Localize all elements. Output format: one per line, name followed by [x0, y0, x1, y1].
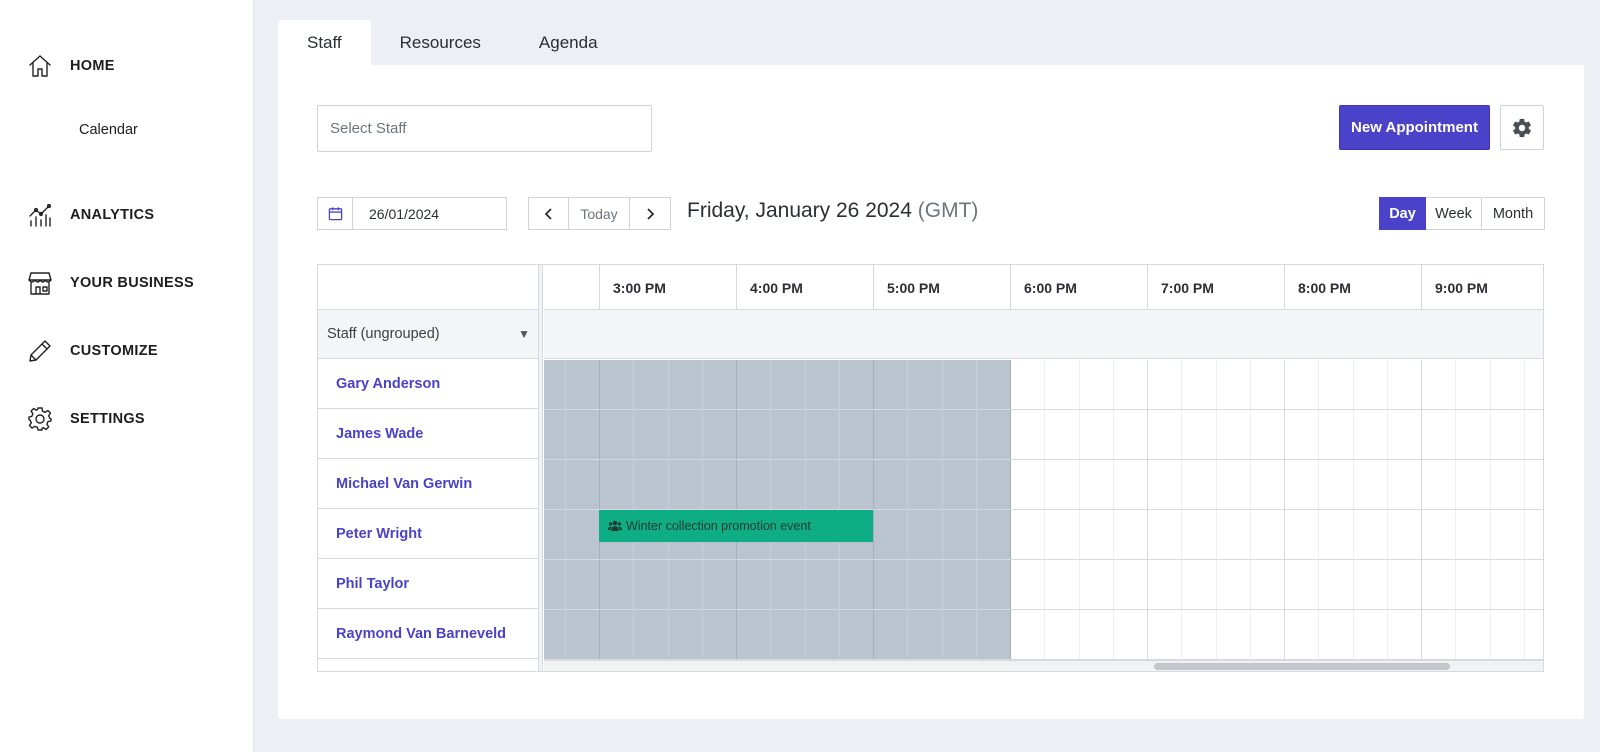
timeline: 3:00 PM 4:00 PM 5:00 PM 6:00 PM 7:00 PM …	[544, 265, 1543, 671]
grid-line	[1079, 360, 1080, 660]
column-splitter[interactable]	[539, 265, 543, 671]
horizontal-scrollbar[interactable]	[544, 660, 1543, 671]
calendar-panel: Select Staff New Appointment 26/01/2024 …	[278, 65, 1584, 719]
sidebar-item-label: YOUR BUSINESS	[70, 275, 194, 291]
time-header: 3:00 PM 4:00 PM 5:00 PM 6:00 PM 7:00 PM …	[544, 265, 1543, 310]
tab-staff[interactable]: Staff	[278, 20, 371, 65]
select-staff-input[interactable]: Select Staff	[317, 105, 652, 152]
grid-line	[1490, 360, 1491, 660]
gear-icon	[1513, 118, 1531, 137]
resource-header	[318, 265, 538, 310]
users-icon	[608, 520, 622, 531]
view-week-button[interactable]: Week	[1426, 197, 1482, 230]
grid-line	[1524, 360, 1525, 660]
sidebar-item-settings[interactable]: SETTINGS	[26, 405, 145, 433]
staff-row[interactable]: Raymond Van Barneveld	[318, 609, 538, 659]
scheduler: Staff (ungrouped) ▼ Gary Anderson James …	[317, 264, 1544, 672]
sidebar: HOME Calendar ANALYTICS YOUR BUSINESS CU…	[0, 0, 254, 752]
sidebar-subitem-calendar[interactable]: Calendar	[79, 122, 138, 138]
calendar-picker-button[interactable]	[317, 197, 353, 230]
calendar-settings-button[interactable]	[1500, 105, 1544, 150]
today-button[interactable]: Today	[569, 197, 630, 230]
staff-row[interactable]: James Wade	[318, 409, 538, 459]
tab-agenda[interactable]: Agenda	[510, 20, 627, 65]
grid-line	[873, 360, 874, 660]
store-icon	[26, 269, 54, 297]
grid-line	[544, 559, 1543, 560]
time-slot-header: 3:00 PM	[599, 265, 736, 310]
grid-line	[1353, 360, 1354, 660]
staff-row[interactable]: Peter Wright	[318, 509, 538, 559]
chevron-right-icon	[647, 207, 655, 220]
home-icon	[26, 52, 54, 80]
grid-line	[1387, 360, 1388, 660]
time-slot-header: 5:00 PM	[873, 265, 1010, 310]
time-slot-header: 6:00 PM	[1010, 265, 1147, 310]
sidebar-item-analytics[interactable]: ANALYTICS	[26, 201, 154, 229]
staff-row[interactable]: Phil Taylor	[318, 559, 538, 609]
grid-line	[942, 360, 943, 660]
grid-line	[544, 609, 1543, 610]
event-title: Winter collection promotion event	[626, 519, 811, 533]
time-slot-header	[544, 265, 599, 310]
group-band	[544, 310, 1543, 359]
grid-line	[544, 459, 1543, 460]
sidebar-item-label: SETTINGS	[70, 411, 145, 427]
view-switcher: Day Week Month	[1379, 197, 1545, 230]
caret-down-icon: ▼	[518, 327, 530, 341]
gear-icon	[26, 405, 54, 433]
chevron-left-icon	[544, 207, 552, 220]
grid-line	[1250, 360, 1251, 660]
view-day-button[interactable]: Day	[1379, 197, 1426, 230]
grid-line	[1044, 360, 1045, 660]
timezone-label: (GMT)	[917, 199, 979, 222]
resource-column: Staff (ungrouped) ▼ Gary Anderson James …	[318, 265, 539, 671]
time-grid[interactable]: Winter collection promotion event	[544, 360, 1543, 660]
grid-line	[1010, 360, 1011, 660]
current-date-title: Friday, January 26 2024 (GMT)	[687, 199, 978, 223]
staff-row[interactable]: Gary Anderson	[318, 359, 538, 409]
time-slot-header: 9:00 PM	[1421, 265, 1543, 310]
grid-line	[544, 409, 1543, 410]
new-appointment-button[interactable]: New Appointment	[1339, 105, 1490, 150]
grid-line	[1147, 360, 1148, 660]
date-input[interactable]: 26/01/2024	[353, 197, 507, 230]
tab-bar: Staff Resources Agenda	[278, 20, 627, 65]
date-title-text: Friday, January 26 2024	[687, 199, 912, 222]
sidebar-item-your-business[interactable]: YOUR BUSINESS	[26, 269, 194, 297]
staff-row[interactable]: Michael Van Gerwin	[318, 459, 538, 509]
grid-line	[976, 360, 977, 660]
grid-line	[907, 360, 908, 660]
grid-line	[1216, 360, 1217, 660]
sidebar-item-label: CUSTOMIZE	[70, 343, 158, 359]
date-picker: 26/01/2024	[317, 197, 507, 230]
sidebar-item-home[interactable]: HOME	[26, 52, 115, 80]
pencil-icon	[26, 337, 54, 365]
calendar-icon	[328, 207, 342, 221]
tab-resources[interactable]: Resources	[371, 20, 510, 65]
sidebar-item-label: HOME	[70, 58, 115, 74]
date-navigation: Today	[528, 197, 671, 230]
grid-line	[1455, 360, 1456, 660]
staff-group-row[interactable]: Staff (ungrouped) ▼	[318, 310, 538, 359]
scrollbar-thumb[interactable]	[1154, 663, 1450, 670]
grid-line	[565, 360, 566, 660]
appointment-event[interactable]: Winter collection promotion event	[599, 510, 873, 542]
previous-day-button[interactable]	[528, 197, 569, 230]
time-slot-header: 8:00 PM	[1284, 265, 1421, 310]
next-day-button[interactable]	[630, 197, 671, 230]
analytics-icon	[26, 201, 54, 229]
grid-line	[1421, 360, 1422, 660]
grid-line	[1318, 360, 1319, 660]
group-label: Staff (ungrouped)	[327, 326, 440, 342]
sidebar-item-customize[interactable]: CUSTOMIZE	[26, 337, 158, 365]
sidebar-item-label: ANALYTICS	[70, 207, 155, 223]
view-month-button[interactable]: Month	[1482, 197, 1545, 230]
grid-line	[1113, 360, 1114, 660]
grid-line	[1181, 360, 1182, 660]
time-slot-header: 7:00 PM	[1147, 265, 1284, 310]
time-slot-header: 4:00 PM	[736, 265, 873, 310]
grid-line	[1284, 360, 1285, 660]
